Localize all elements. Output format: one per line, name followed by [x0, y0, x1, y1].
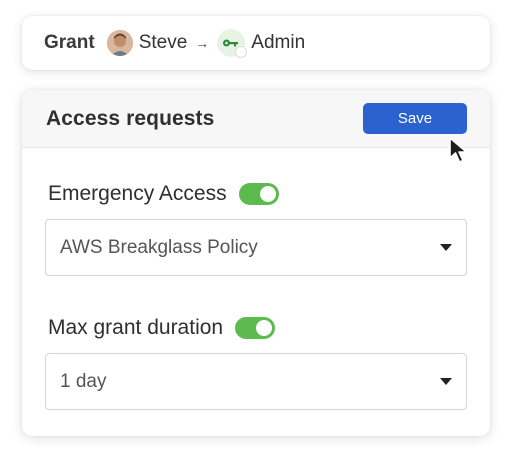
emergency-policy-select[interactable]: AWS Breakglass Policy	[45, 219, 467, 276]
grant-label: Grant	[44, 32, 95, 53]
chevron-down-icon	[440, 378, 452, 385]
grant-user-name: Steve	[138, 32, 188, 53]
toggle-knob	[256, 320, 273, 336]
panel-title: Access requests	[46, 106, 215, 130]
emergency-access-label: Emergency Access	[48, 182, 227, 205]
max-duration-value: 1 day	[60, 370, 107, 392]
max-duration-label: Max grant duration	[48, 316, 224, 339]
mouse-pointer-icon	[449, 137, 468, 163]
user-avatar	[106, 30, 133, 56]
emergency-access-toggle[interactable]	[238, 183, 279, 205]
grant-summary: Grant Steve → Admin	[22, 16, 490, 70]
arrow-icon: →	[195, 35, 210, 51]
max-duration-toggle[interactable]	[235, 317, 276, 339]
chevron-down-icon	[440, 244, 452, 251]
grant-role-name: Admin	[251, 32, 306, 53]
access-requests-panel: Access requests Save Emergency Access AW…	[22, 90, 490, 436]
toggle-knob	[259, 186, 276, 202]
emergency-policy-value: AWS Breakglass Policy	[60, 236, 258, 258]
key-icon	[217, 29, 248, 58]
max-duration-row: Max grant duration	[48, 316, 276, 340]
max-duration-select[interactable]: 1 day	[45, 353, 467, 410]
panel-header: Access requests Save	[22, 90, 490, 148]
save-button[interactable]: Save	[363, 103, 467, 134]
role-badge	[235, 46, 248, 58]
emergency-access-row: Emergency Access	[48, 182, 279, 206]
